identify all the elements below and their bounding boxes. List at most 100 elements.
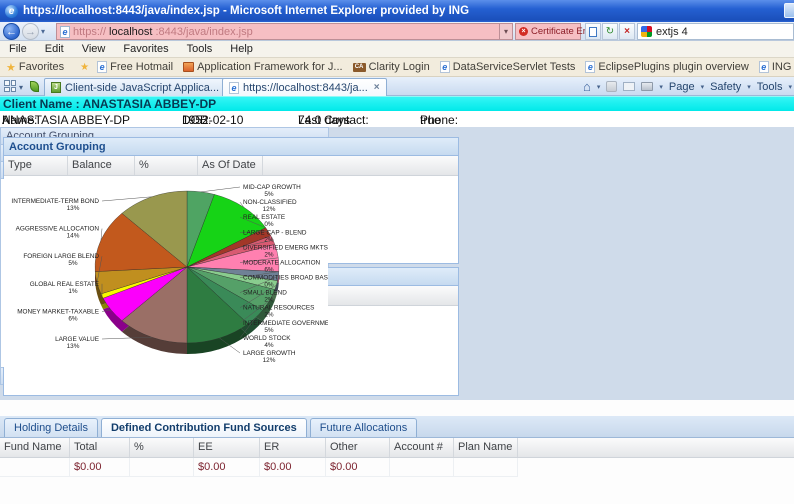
browser-tab-active[interactable]: e https://localhost:8443/ja... × <box>222 78 387 96</box>
menu-item-help[interactable]: Help <box>221 42 262 56</box>
print-icon[interactable] <box>641 82 654 91</box>
browser-tab[interactable]: J Client-side JavaScript Applica... <box>44 78 227 96</box>
refresh-button[interactable]: ↻ <box>602 23 618 40</box>
back-button[interactable]: ← <box>3 23 20 40</box>
address-dropdown-icon[interactable]: ▾ <box>500 23 513 40</box>
tab-strip: ▾ J Client-side JavaScript Applica... e … <box>0 77 794 96</box>
pie-label-value: 0% <box>264 221 274 228</box>
stop-button[interactable]: × <box>619 23 635 40</box>
favorite-item[interactable]: e Free Hotmail <box>92 61 178 73</box>
address-field[interactable]: e https://localhost:8443/java/index.jsp <box>56 23 500 40</box>
column-header-type[interactable]: Type <box>4 156 68 175</box>
column-header-pct[interactable]: % <box>130 438 194 457</box>
favorite-item-label: ING US Remote Access Portal <box>771 61 794 73</box>
menu-item-file[interactable]: File <box>0 42 36 56</box>
tab-close-icon[interactable]: × <box>374 82 380 93</box>
favorite-item[interactable]: Application Framework for J... <box>178 61 348 73</box>
pie-label-value: 2% <box>264 297 274 304</box>
home-dropdown-icon[interactable]: ▾ <box>597 83 601 91</box>
go-icon <box>589 26 597 37</box>
menu-item-tools[interactable]: Tools <box>178 42 222 56</box>
title-bar: e https://localhost:8443/java/index.jsp … <box>0 0 794 22</box>
pie-label-value: 5% <box>264 191 274 198</box>
pie-label-value: 12% <box>263 206 276 213</box>
minimize-button[interactable] <box>784 3 794 18</box>
history-dropdown-icon[interactable]: ▾ <box>41 27 45 36</box>
pie-label-value: 14% <box>67 233 80 240</box>
pie-label: NATURAL RESOURCES <box>243 305 314 312</box>
total-cell: $0.00 <box>70 458 130 477</box>
column-header-total[interactable]: Total <box>70 438 130 457</box>
quick-tabs-icon[interactable] <box>4 80 16 92</box>
column-header-balance[interactable]: Balance <box>68 156 135 175</box>
fund-row[interactable]: $0.00 $0.00 $0.00 $0.00 <box>0 458 794 477</box>
pie-label-value: 13% <box>67 205 80 212</box>
print-dropdown-icon[interactable]: ▾ <box>659 83 663 91</box>
favorites-button[interactable]: Favorites <box>19 61 64 73</box>
menu-item-favorites[interactable]: Favorites <box>114 42 177 56</box>
page-menu-button[interactable]: Page <box>669 81 695 93</box>
tab-label: Client-side JavaScript Applica... <box>65 81 220 94</box>
column-header-pct[interactable]: % <box>135 156 198 175</box>
search-box[interactable]: extjs 4 <box>637 23 794 40</box>
ie-page-icon: e <box>758 61 769 73</box>
tab-holding-details[interactable]: Holding Details <box>4 418 98 437</box>
column-header-empty <box>518 438 794 457</box>
favorite-item-label: Clarity Login <box>368 61 430 73</box>
pie-label-value: 13% <box>67 343 80 350</box>
tab-list-dropdown-icon[interactable]: ▾ <box>19 83 23 92</box>
column-header-er[interactable]: ER <box>260 438 326 457</box>
home-icon[interactable]: ⌂ <box>583 79 591 94</box>
ie-logo-icon: e <box>5 4 18 18</box>
menu-item-edit[interactable]: Edit <box>36 42 73 56</box>
column-header-other[interactable]: Other <box>326 438 390 457</box>
pie-label: COMMODITIES BROAD BASKET <box>243 275 328 282</box>
safety-dropdown-icon[interactable]: ▾ <box>747 83 751 91</box>
pie-label: FOREIGN LARGE BLEND <box>23 253 99 260</box>
favorite-item[interactable]: e EclipsePlugins plugin overview <box>580 61 753 73</box>
column-header-plan-name[interactable]: Plan Name <box>454 438 518 457</box>
mail-icon[interactable] <box>623 82 636 91</box>
framework-icon <box>183 62 195 72</box>
column-header-fund-name[interactable]: Fund Name <box>0 438 70 457</box>
pie-label-value: 5% <box>264 327 274 334</box>
search-input[interactable]: extjs 4 <box>656 26 688 38</box>
menu-item-view[interactable]: View <box>73 42 115 56</box>
favorite-item[interactable]: CA Clarity Login <box>348 61 435 73</box>
tab-future-allocations[interactable]: Future Allocations <box>309 418 418 437</box>
fund-grid-header: Fund Name Total % EE ER Other Account # … <box>0 438 794 458</box>
pie-label: AGGRESSIVE ALLOCATION <box>16 226 100 233</box>
favorite-item[interactable]: e ING US Remote Access Portal <box>754 61 794 73</box>
search-provider-icon <box>641 26 652 37</box>
column-header-ee[interactable]: EE <box>194 438 260 457</box>
pie-label-value: 12% <box>263 357 276 364</box>
pie-label: MODERATE ALLOCATION <box>243 259 321 266</box>
url-host: localhost <box>109 25 153 38</box>
column-header-asofdate[interactable]: As Of Date <box>198 156 263 175</box>
certificate-error-icon: × <box>519 27 528 36</box>
panel-title: Account Grouping <box>4 138 458 156</box>
client-info-row: Name: ANASTASIA ABBEY-DP DOB: 1952-02-10… <box>0 111 794 127</box>
pie-label: GLOBAL REAL ESTATE <box>30 281 99 288</box>
page-dropdown-icon[interactable]: ▾ <box>701 83 705 91</box>
favorite-item[interactable]: e DataServiceServlet Tests <box>435 61 581 73</box>
window-title: https://localhost:8443/java/index.jsp - … <box>23 5 470 17</box>
favorites-center-icon[interactable] <box>30 81 39 92</box>
safety-menu-button[interactable]: Safety <box>710 81 741 93</box>
tools-menu-button[interactable]: Tools <box>757 81 783 93</box>
command-bar: ⌂ ▾ ▾ Page ▾ Safety ▾ Tools ▾ <box>583 77 792 96</box>
ee-cell: $0.00 <box>194 458 260 477</box>
go-button[interactable] <box>585 23 601 40</box>
add-favorite-icon[interactable]: ★ <box>80 62 89 73</box>
certificate-error-badge[interactable]: × Certificate Error <box>515 23 598 40</box>
pie-label: MONEY MARKET-TAXABLE <box>17 308 99 315</box>
tools-dropdown-icon[interactable]: ▾ <box>788 83 792 91</box>
feed-icon[interactable] <box>606 81 618 92</box>
menu-bar: File Edit View Favorites Tools Help <box>0 41 794 58</box>
tab-defined-contribution-fund-sources[interactable]: Defined Contribution Fund Sources <box>100 418 307 437</box>
column-header-account-number[interactable]: Account # <box>390 438 454 457</box>
client-name-bar: Client Name : ANASTASIA ABBEY-DP <box>0 96 794 111</box>
forward-button[interactable]: → <box>22 23 39 40</box>
pie-label-value: 2% <box>264 312 274 319</box>
pie-label-value: 1% <box>68 288 78 295</box>
